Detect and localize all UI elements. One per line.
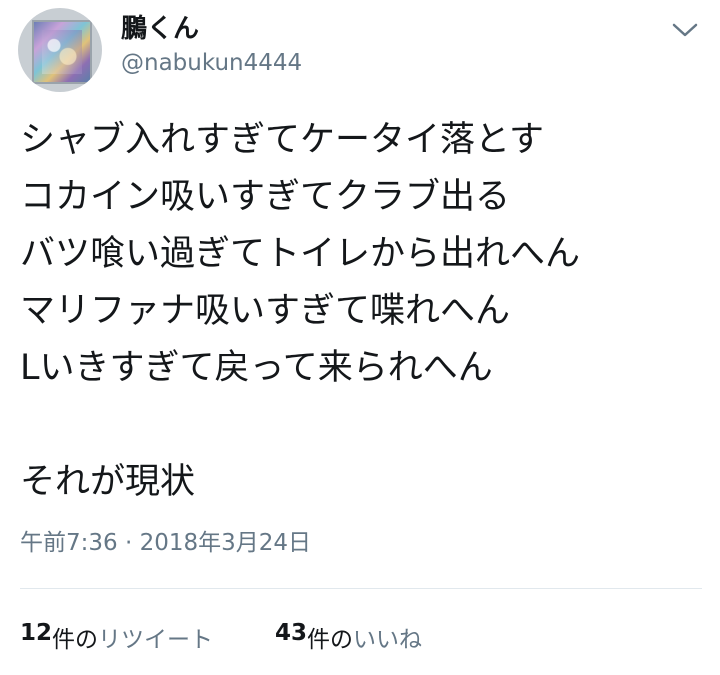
retweet-unit: 件の xyxy=(52,627,99,653)
tweet-line: コカイン吸いすぎてクラブ出る xyxy=(20,177,511,217)
tweet-text: シャブ入れすぎてケータイ落とす コカイン吸いすぎてクラブ出る バツ喰い過ぎてトイ… xyxy=(20,112,710,511)
tweet-line: バツ喰い過ぎてトイレから出れへん xyxy=(20,234,581,274)
retweet-count: 12 xyxy=(20,620,53,646)
tweet-timestamp[interactable]: 午前7:36 · 2018年3月24日 xyxy=(20,523,311,557)
divider xyxy=(20,588,702,589)
avatar-image xyxy=(32,20,92,84)
tweet-line: Lいきすぎて戻って来られへん xyxy=(20,348,493,388)
chevron-down-icon[interactable] xyxy=(670,18,700,42)
like-count-link[interactable]: 43 件の いいね xyxy=(275,620,422,654)
retweet-label: リツイート xyxy=(98,627,214,653)
tweet-line: それが現状 xyxy=(20,462,196,502)
display-name[interactable]: 鵩くん xyxy=(121,8,199,45)
retweet-count-link[interactable]: 12 件の リツイート xyxy=(20,620,213,654)
like-count: 43 xyxy=(275,620,308,646)
avatar[interactable] xyxy=(18,8,102,92)
user-handle[interactable]: @nabukun4444 xyxy=(121,50,302,76)
like-unit: 件の xyxy=(307,627,354,653)
like-label: いいね xyxy=(353,627,423,653)
tweet-line: マリファナ吸いすぎて喋れへん xyxy=(20,291,511,331)
tweet-stats: 12 件の リツイート 43 件の いいね xyxy=(20,620,422,654)
tweet-line: シャブ入れすぎてケータイ落とす xyxy=(20,120,544,160)
